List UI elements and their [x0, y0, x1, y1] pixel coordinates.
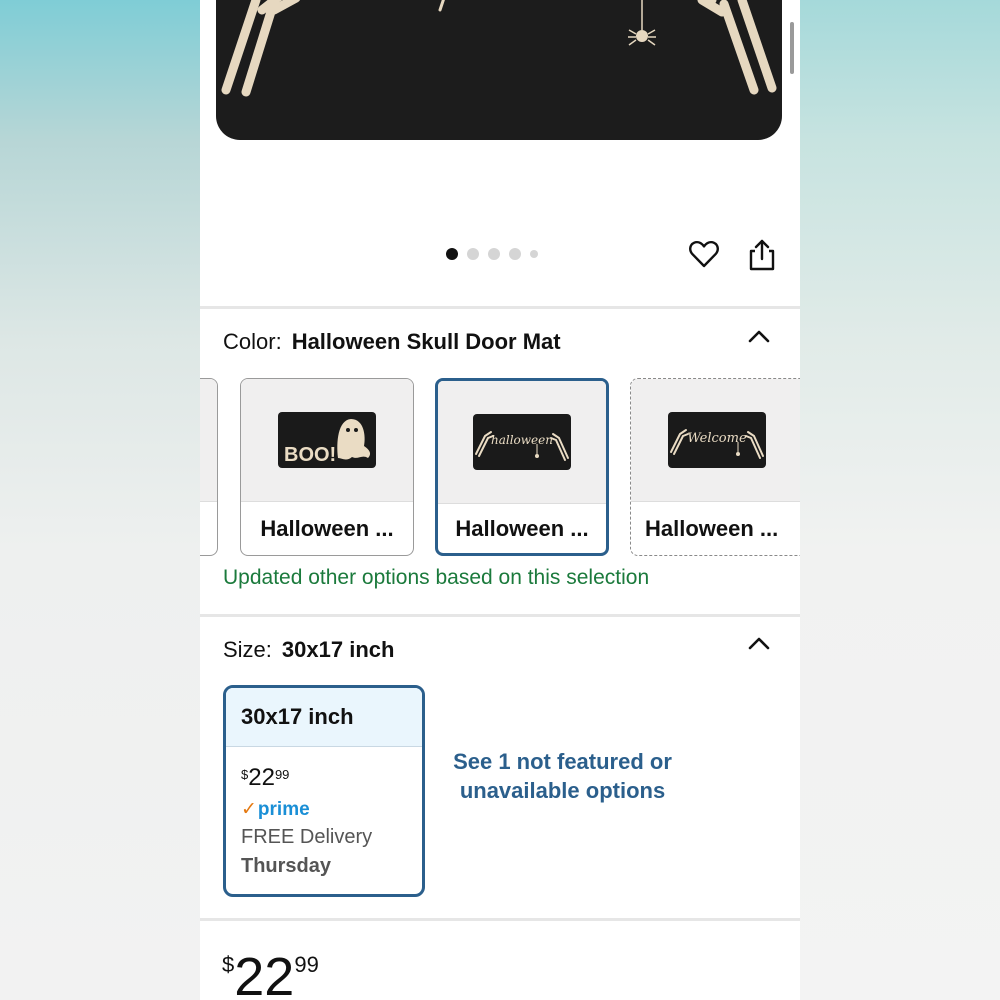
- product-image[interactable]: [216, 0, 782, 140]
- color-value: Halloween Skull Door Mat: [291, 329, 561, 354]
- color-row: Color: Halloween Skull Door Mat: [223, 329, 561, 355]
- divider: [200, 614, 800, 617]
- color-label: Color:: [223, 329, 282, 354]
- pager-dot[interactable]: [446, 248, 458, 260]
- size-option-card[interactable]: 30x17 inch $2299 ✓prime FREE Delivery Th…: [223, 685, 425, 897]
- heart-icon[interactable]: [688, 238, 720, 270]
- divider: [200, 918, 800, 921]
- swatch-image: halloween: [438, 381, 606, 503]
- swatch-image: BOO!: [241, 379, 413, 501]
- image-pager[interactable]: [446, 248, 538, 260]
- swatch-label: Halloween ...: [241, 501, 413, 555]
- pager-dot[interactable]: [530, 250, 538, 258]
- product-price: $2299: [222, 947, 319, 1000]
- see-unavailable-options-link[interactable]: See 1 not featured or unavailable option…: [450, 747, 675, 805]
- size-row: Size: 30x17 inch: [223, 637, 394, 663]
- delivery-day: Thursday: [241, 855, 332, 877]
- updated-options-notice: Updated other options based on this sele…: [223, 566, 650, 589]
- prime-badge: ✓prime: [241, 799, 310, 820]
- background-right: [800, 0, 1000, 1000]
- size-option-title: 30x17 inch: [226, 688, 422, 747]
- size-option-price: $2299: [241, 764, 290, 791]
- color-swatch-boo[interactable]: BOO! Halloween ...: [240, 378, 414, 556]
- scrollbar[interactable]: [790, 22, 794, 74]
- divider: [200, 306, 800, 309]
- chevron-up-icon[interactable]: [748, 636, 770, 650]
- mat-text: BOO!: [284, 444, 336, 466]
- mat-text: halloween: [491, 433, 553, 447]
- pager-dot[interactable]: [509, 248, 521, 260]
- delivery-text: FREE Delivery: [241, 826, 373, 848]
- chevron-up-icon[interactable]: [748, 329, 770, 343]
- size-label: Size:: [223, 637, 272, 662]
- color-swatch-partial[interactable]: [200, 378, 218, 556]
- size-value: 30x17 inch: [281, 637, 395, 662]
- background-left: [0, 0, 200, 1000]
- swatch-label: Halloween ...: [631, 501, 800, 555]
- share-icon[interactable]: [746, 238, 778, 272]
- product-page: Color: Halloween Skull Door Mat BOO! Hall…: [200, 0, 800, 1000]
- pager-dot[interactable]: [488, 248, 500, 260]
- prime-check-icon: ✓: [241, 799, 257, 820]
- pager-dot[interactable]: [467, 248, 479, 260]
- swatch-label: Halloween ...: [438, 503, 606, 553]
- swatch-image: Welcome: [631, 379, 800, 501]
- color-swatch-halloween-selected[interactable]: halloween Halloween ...: [435, 378, 609, 556]
- color-swatch-welcome[interactable]: Welcome Halloween ...: [630, 378, 800, 556]
